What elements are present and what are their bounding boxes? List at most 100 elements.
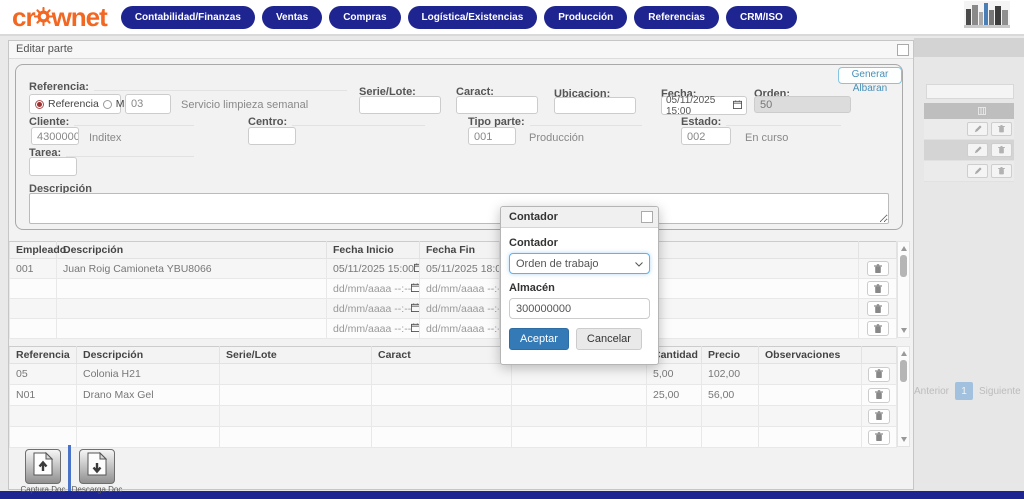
trash-icon[interactable]	[991, 122, 1012, 136]
col-descripcion: Descripción	[56, 241, 327, 259]
background-dimmed-content: Anterior 1 Siguiente	[914, 38, 1024, 491]
referencias-header-row: Referencia Descripción Serie/Lote Caract…	[9, 346, 897, 364]
contador-select[interactable]: Orden de trabajo	[509, 253, 650, 274]
referencia-row	[9, 405, 897, 427]
trash-icon[interactable]	[866, 281, 889, 296]
trash-icon[interactable]	[868, 366, 890, 382]
ubicacion-input[interactable]	[554, 97, 636, 114]
trash-icon[interactable]	[866, 261, 889, 276]
trash-icon[interactable]	[866, 301, 889, 316]
cliente-input[interactable]: 430000005	[31, 127, 79, 145]
gear-icon	[33, 2, 53, 33]
aceptar-button[interactable]: Aceptar	[509, 328, 569, 350]
descripcion-textarea[interactable]	[29, 193, 889, 224]
scroll-up-icon[interactable]	[900, 246, 907, 251]
radio-referencia[interactable]	[35, 99, 44, 109]
contador-select-value: Orden de trabajo	[516, 257, 599, 270]
crownet-logo[interactable]: cr wnet	[12, 1, 108, 33]
cancelar-button[interactable]: Cancelar	[575, 328, 642, 350]
fecha-fin-placeholder[interactable]: dd/mm/aaaa --:--	[426, 323, 499, 335]
fecha-fin-placeholder[interactable]: dd/mm/aaaa --:--	[426, 303, 499, 315]
estado-input[interactable]: 002	[681, 127, 731, 145]
fecha-inicio-placeholder[interactable]: dd/mm/aaaa --:--	[333, 323, 411, 335]
fecha-input[interactable]: 05/11/2025 15:00	[661, 94, 747, 117]
descarga-doc-button[interactable]	[79, 449, 115, 484]
calendar-icon[interactable]	[413, 262, 419, 275]
pencil-icon[interactable]	[967, 164, 988, 178]
empleados-table: Empleado Descripción Fecha Inicio Fecha …	[9, 241, 897, 339]
scroll-up-icon[interactable]	[900, 351, 907, 356]
col-observaciones: Observaciones	[758, 346, 862, 364]
col-serie-lote: Serie/Lote	[219, 346, 372, 364]
logo-text-post: wnet	[51, 1, 108, 32]
dialog-header: Editar parte	[9, 41, 913, 59]
centro-input[interactable]	[248, 127, 296, 145]
generar-albaran-button[interactable]: Generar Albaran	[838, 67, 902, 94]
background-table-row[interactable]	[924, 119, 1014, 140]
background-table-row[interactable]	[924, 161, 1014, 182]
nav-item-logistica[interactable]: Logística/Existencias	[407, 5, 538, 29]
trash-icon[interactable]	[991, 143, 1012, 157]
editar-parte-dialog: Editar parte Generar Albaran Referencia:…	[8, 40, 914, 494]
background-page-region: Anterior 1 Siguiente	[914, 38, 1024, 491]
tipo-parte-input[interactable]: 001	[468, 127, 516, 145]
trash-icon[interactable]	[866, 321, 889, 336]
pagination-prev[interactable]: Anterior	[914, 386, 949, 397]
nav-item-referencias[interactable]: Referencias	[634, 5, 719, 29]
pagination-page-1[interactable]: 1	[955, 382, 974, 400]
trash-icon[interactable]	[868, 429, 890, 445]
logo-text-pre: cr	[12, 1, 36, 32]
footer-bar	[0, 491, 1024, 499]
nav-item-ventas[interactable]: Ventas	[261, 5, 323, 29]
contador-modal: Contador Contador Orden de trabajo Almac…	[500, 206, 659, 365]
calendar-icon[interactable]	[411, 302, 419, 315]
modal-control-box[interactable]	[641, 211, 653, 223]
pencil-icon[interactable]	[967, 143, 988, 157]
pagination-next[interactable]: Siguiente	[979, 386, 1021, 397]
tarea-input[interactable]	[29, 157, 77, 176]
serie-lote-input[interactable]	[359, 96, 441, 114]
tipo-parte-name-text: Producción	[529, 132, 585, 144]
nav-item-produccion[interactable]: Producción	[544, 5, 628, 29]
contador-modal-body: Contador Orden de trabajo Almacén Acepta…	[501, 228, 658, 356]
referencia-input[interactable]: 03	[125, 94, 171, 114]
captura-doc-button[interactable]	[25, 449, 61, 484]
almacen-input[interactable]	[509, 298, 650, 319]
fecha-fin-value[interactable]: 05/11/2025 18:00	[426, 263, 499, 275]
background-search-input[interactable]	[926, 84, 1014, 99]
nav-item-contabilidad[interactable]: Contabilidad/Finanzas	[120, 5, 255, 29]
referencia-label: Referencia:	[29, 81, 89, 93]
col-fecha-inicio: Fecha Inicio	[326, 241, 420, 259]
referencias-table: Referencia Descripción Serie/Lote Caract…	[9, 346, 897, 448]
col-fecha-fin: Fecha Fin	[419, 241, 500, 259]
calendar-icon[interactable]	[733, 99, 742, 112]
col-referencia: Referencia	[9, 346, 77, 364]
radio-maquina[interactable]	[102, 99, 112, 109]
fecha-value: 05/11/2025 15:00	[666, 94, 716, 117]
scroll-thumb[interactable]	[900, 360, 907, 382]
calendar-icon[interactable]	[411, 282, 419, 295]
dialog-control-box[interactable]	[897, 44, 909, 56]
fecha-inicio-value[interactable]: 05/11/2025 15:00	[333, 263, 414, 275]
pencil-icon[interactable]	[967, 122, 988, 136]
calendar-icon[interactable]	[411, 322, 419, 335]
fecha-inicio-placeholder[interactable]: dd/mm/aaaa --:--	[333, 283, 411, 295]
nav-item-crm-iso[interactable]: CRM/ISO	[725, 5, 797, 29]
scroll-thumb[interactable]	[900, 255, 907, 277]
background-table-row-selected[interactable]	[924, 140, 1014, 161]
trash-icon[interactable]	[868, 408, 890, 424]
referencia-row	[9, 426, 897, 448]
referencia-row: N01 Drano Max Gel 25,00 56,00	[9, 384, 897, 406]
nav-item-compras[interactable]: Compras	[329, 5, 401, 29]
scroll-down-icon[interactable]	[900, 437, 907, 442]
fecha-fin-placeholder[interactable]: dd/mm/aaaa --:--	[426, 283, 499, 295]
empleados-scrollbar[interactable]	[897, 241, 910, 338]
scroll-down-icon[interactable]	[900, 328, 907, 333]
trash-icon[interactable]	[868, 387, 890, 403]
col-actions	[861, 346, 897, 364]
trash-icon[interactable]	[991, 164, 1012, 178]
referencias-scrollbar[interactable]	[897, 346, 910, 447]
caract-input[interactable]	[456, 96, 538, 114]
fecha-inicio-placeholder[interactable]: dd/mm/aaaa --:--	[333, 303, 411, 315]
columns-icon	[978, 102, 986, 120]
